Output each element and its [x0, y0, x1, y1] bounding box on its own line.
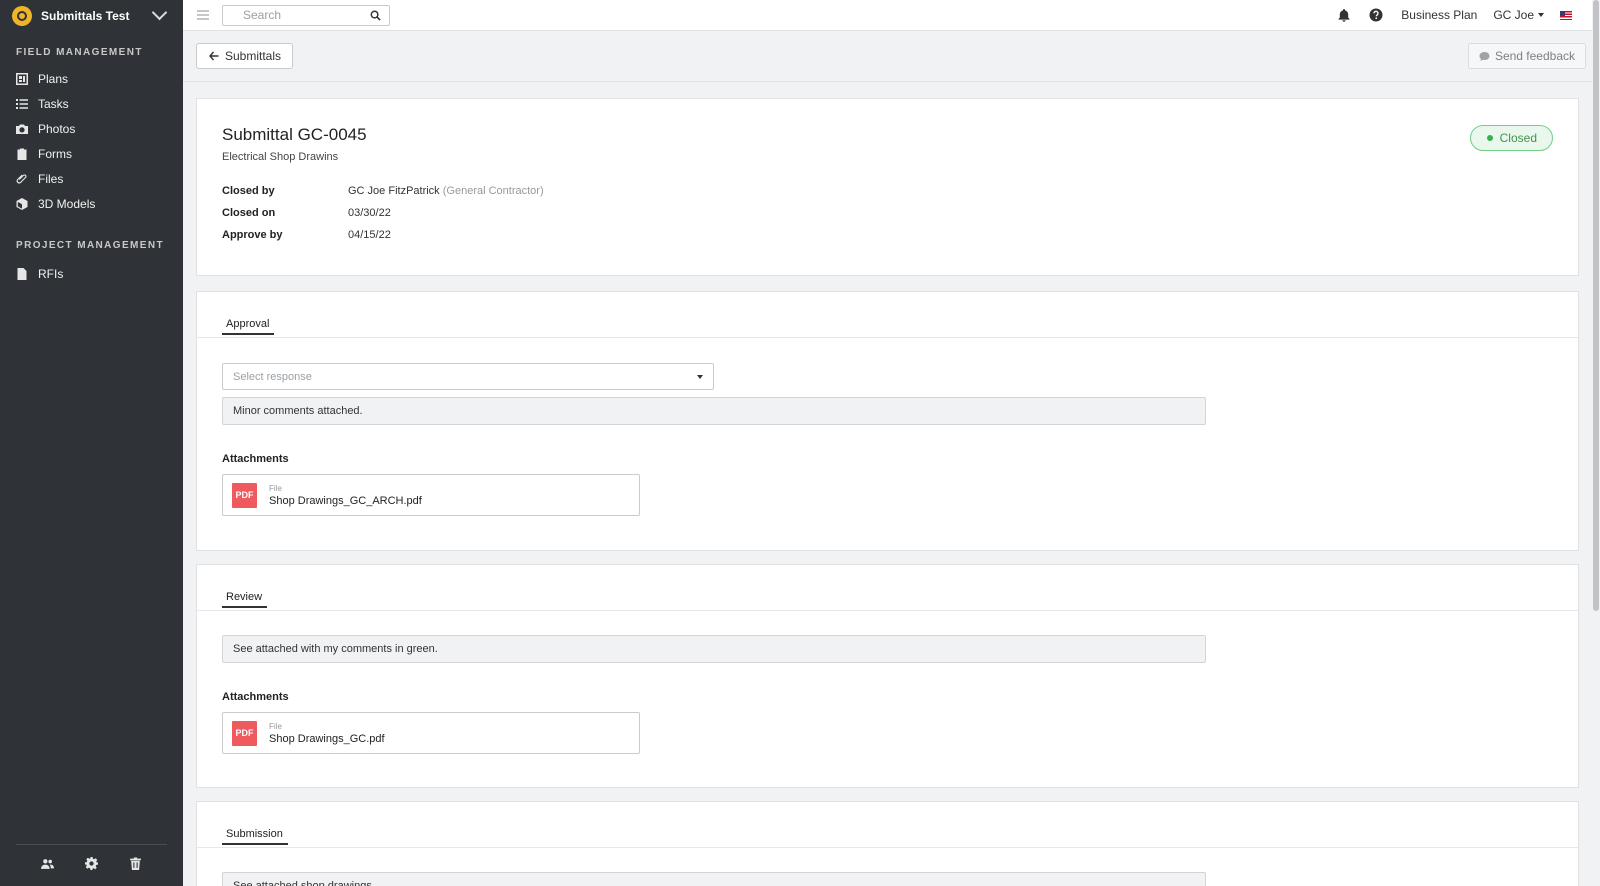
file-kind-label: File: [269, 721, 282, 731]
tab-bar: Review: [197, 565, 1578, 611]
arrow-left-icon: [209, 51, 219, 61]
plan-label[interactable]: Business Plan: [1401, 8, 1477, 22]
caret-down-icon: [1538, 13, 1544, 17]
project-switcher[interactable]: Submittals Test: [0, 0, 183, 31]
trash-icon[interactable]: [129, 857, 142, 870]
file-kind-label: File: [269, 483, 282, 493]
user-name: GC Joe: [1493, 8, 1534, 22]
attachments-label: Attachments: [222, 691, 289, 703]
status-label: Closed: [1499, 131, 1537, 145]
user-menu[interactable]: GC Joe: [1493, 8, 1544, 22]
sidebar-item-photos[interactable]: Photos: [0, 116, 183, 141]
tab-review[interactable]: Review: [222, 591, 268, 608]
section-label-field-management: FIELD MANAGEMENT: [16, 47, 143, 58]
users-icon[interactable]: [41, 857, 55, 870]
attachment-file[interactable]: PDF File Shop Drawings_GC_ARCH.pdf: [222, 474, 640, 516]
closed-on-row: Closed on 03/30/22: [222, 207, 391, 219]
sidebar-item-label: 3D Models: [38, 196, 96, 211]
tab-bar: Approval: [197, 292, 1578, 338]
closed-by-label: Closed by: [222, 185, 275, 197]
sidebar-item-3d-models[interactable]: 3D Models: [0, 191, 183, 216]
file-name: Shop Drawings_GC.pdf: [269, 732, 385, 745]
closed-on-value: 03/30/22: [348, 207, 391, 219]
send-feedback-label: Send feedback: [1494, 49, 1575, 63]
approve-by-value: 04/15/22: [348, 229, 391, 241]
divider: [16, 844, 167, 845]
us-flag-icon[interactable]: [1560, 10, 1572, 20]
sidebar-item-label: Tasks: [38, 96, 69, 111]
closed-on-label: Closed on: [222, 207, 276, 219]
cube-icon: [16, 197, 28, 210]
scrollbar[interactable]: [1592, 0, 1600, 886]
app-logo: [12, 5, 32, 26]
tab-approval[interactable]: Approval: [222, 318, 275, 335]
closed-by-role: (General Contractor): [442, 185, 544, 197]
review-card: Review See attached with my comments in …: [196, 564, 1579, 788]
status-badge: Closed: [1469, 125, 1553, 151]
document-info-icon: [17, 267, 27, 280]
closed-by-row: Closed by GC Joe FitzPatrick (General Co…: [222, 185, 544, 197]
send-feedback-button[interactable]: Send feedback: [1467, 43, 1586, 69]
clipboard-icon: [17, 148, 27, 160]
approval-card: Approval Select response Minor comments …: [196, 291, 1579, 551]
tab-submission[interactable]: Submission: [222, 828, 288, 845]
sidebar-item-forms[interactable]: Forms: [0, 141, 183, 166]
sidebar-item-label: Plans: [38, 71, 69, 86]
approve-by-label: Approve by: [222, 229, 283, 241]
sidebar-item-label: Photos: [38, 121, 76, 136]
section-label-project-management: PROJECT MANAGEMENT: [16, 240, 164, 251]
tab-bar: Submission: [197, 802, 1578, 848]
response-select-placeholder: Select response: [233, 370, 312, 383]
submittal-subtitle: Electrical Shop Drawins: [222, 151, 339, 163]
pdf-icon: PDF: [232, 720, 257, 746]
help-icon[interactable]: [1369, 8, 1383, 22]
chevron-down-icon[interactable]: [151, 4, 168, 21]
sidebar-item-tasks[interactable]: Tasks: [0, 91, 183, 116]
bell-icon[interactable]: [1337, 8, 1351, 22]
sidebar-item-label: Files: [38, 171, 64, 186]
menu-icon[interactable]: [197, 8, 209, 23]
back-button-label: Submittals: [225, 49, 282, 63]
status-dot-icon: [1486, 135, 1493, 141]
sidebar-item-rfis[interactable]: RFIs: [0, 261, 183, 286]
comment-icon: [1479, 51, 1490, 61]
response-select[interactable]: Select response: [222, 363, 714, 390]
search-box[interactable]: [222, 4, 390, 26]
sidebar-item-files[interactable]: Files: [0, 166, 183, 191]
review-comment: See attached with my comments in green.: [222, 635, 1206, 663]
search-icon[interactable]: [370, 10, 381, 21]
project-name: Submittals Test: [41, 8, 130, 23]
list-icon: [16, 98, 28, 109]
back-to-submittals-button[interactable]: Submittals: [196, 43, 294, 69]
submission-card: Submission See attached shop drawings.: [196, 801, 1579, 886]
top-bar: Business Plan GC Joe: [183, 0, 1600, 31]
sidebar-item-label: Forms: [38, 146, 72, 161]
submission-comment: See attached shop drawings.: [222, 872, 1206, 886]
gear-icon[interactable]: [84, 857, 98, 870]
submittal-summary-card: Submittal GC-0045 Electrical Shop Drawin…: [196, 98, 1579, 276]
paperclip-icon: [16, 174, 27, 184]
sidebar-item-plans[interactable]: Plans: [0, 66, 183, 91]
scrollbar-thumb[interactable]: [1593, 0, 1599, 611]
closed-by-name: GC Joe FitzPatrick: [348, 185, 440, 197]
search-input[interactable]: [243, 8, 370, 22]
file-name: Shop Drawings_GC_ARCH.pdf: [269, 494, 422, 507]
caret-down-icon: [697, 374, 703, 379]
attachment-file[interactable]: PDF File Shop Drawings_GC.pdf: [222, 712, 640, 754]
sidebar-item-label: RFIs: [38, 266, 64, 281]
plans-icon: [16, 72, 28, 85]
page-title: Submittal GC-0045: [222, 125, 367, 144]
sidebar: Submittals Test FIELD MANAGEMENT Plans T…: [0, 0, 183, 886]
attachments-label: Attachments: [222, 453, 289, 465]
page-header: Submittals Send feedback: [183, 31, 1592, 82]
camera-icon: [16, 124, 28, 134]
approval-comment: Minor comments attached.: [222, 397, 1206, 425]
sidebar-footer: [0, 844, 183, 886]
approve-by-row: Approve by 04/15/22: [222, 229, 391, 241]
pdf-icon: PDF: [232, 482, 257, 508]
